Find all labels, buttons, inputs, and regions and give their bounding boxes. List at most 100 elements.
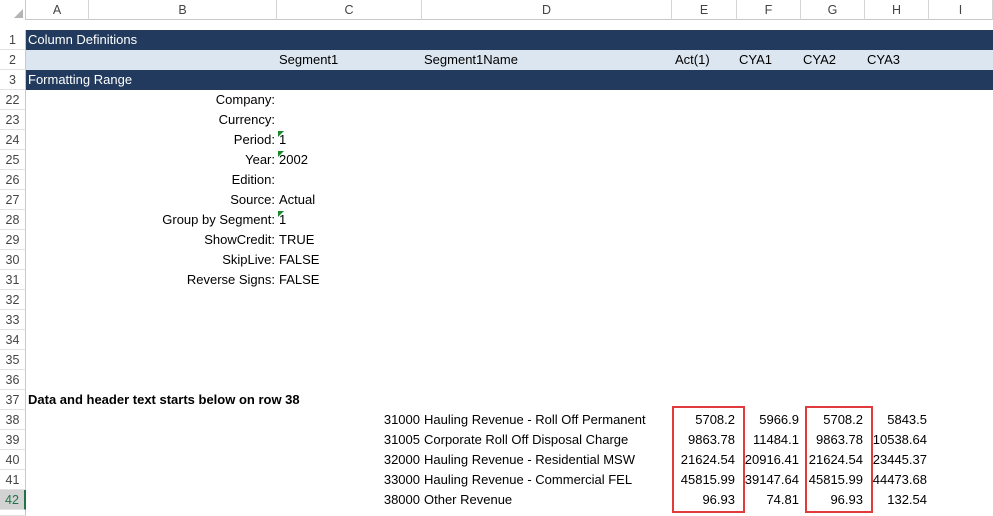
section-title-column-definitions[interactable]: Column Definitions	[26, 30, 993, 50]
account-code[interactable]: 33000	[277, 470, 420, 490]
column-header-b[interactable]: B	[89, 0, 277, 20]
account-name[interactable]: Corporate Roll Off Disposal Charge	[424, 430, 628, 450]
column-header-d[interactable]: D	[422, 0, 672, 20]
param-value-showcredit[interactable]: TRUE	[279, 230, 314, 250]
account-code[interactable]: 31000	[277, 410, 420, 430]
row-25: 25 Year: 2002	[0, 150, 993, 170]
comment-marker-icon	[278, 211, 284, 217]
row-26: 26 Edition:	[0, 170, 993, 190]
comment-marker-icon	[278, 131, 284, 137]
row-header-37[interactable]: 37	[0, 390, 26, 410]
row-header-27[interactable]: 27	[0, 190, 26, 210]
row-22: 22 Company:	[0, 90, 993, 110]
row-29: 29 ShowCredit: TRUE	[0, 230, 993, 250]
cell-h2[interactable]: CYA3	[867, 50, 900, 70]
row-27: 27 Source: Actual	[0, 190, 993, 210]
account-name[interactable]: Other Revenue	[424, 490, 512, 510]
value-cya1[interactable]: 5966.9	[737, 410, 799, 430]
param-value-skiplive[interactable]: FALSE	[279, 250, 319, 270]
column-header-i[interactable]: I	[929, 0, 993, 20]
cell-e2[interactable]: Act(1)	[675, 50, 710, 70]
value-cya3[interactable]: 23445.37	[865, 450, 927, 470]
account-name[interactable]: Hauling Revenue - Commercial FEL	[424, 470, 632, 490]
column-header-a[interactable]: A	[26, 0, 89, 20]
value-cya1[interactable]: 74.81	[737, 490, 799, 510]
account-code[interactable]: 31005	[277, 430, 420, 450]
row-header-3[interactable]: 3	[0, 70, 26, 90]
row-header-26[interactable]: 26	[0, 170, 26, 190]
row-header-25[interactable]: 25	[0, 150, 26, 170]
row-24: 24 Period: 1	[0, 130, 993, 150]
column-header-f[interactable]: F	[737, 0, 801, 20]
param-label-reverse-signs[interactable]: Reverse Signs:	[89, 270, 275, 290]
column-header-h[interactable]: H	[865, 0, 929, 20]
param-label-year[interactable]: Year:	[89, 150, 275, 170]
param-label-group-by-segment[interactable]: Group by Segment:	[89, 210, 275, 230]
row-header-35[interactable]: 35	[0, 350, 26, 370]
row-header-41[interactable]: 41	[0, 470, 26, 490]
row-3: 3 Formatting Range	[0, 70, 993, 90]
param-cell-period[interactable]: 1	[277, 130, 422, 150]
row-header-34[interactable]: 34	[0, 330, 26, 350]
highlight-box-act	[672, 406, 745, 513]
row-header-24[interactable]: 24	[0, 130, 26, 150]
row-header-33[interactable]: 33	[0, 310, 26, 330]
highlight-box-cya2	[805, 406, 873, 513]
param-label-company[interactable]: Company:	[89, 90, 275, 110]
value-cya3[interactable]: 132.54	[865, 490, 927, 510]
row-header-40[interactable]: 40	[0, 450, 26, 470]
row-header-38[interactable]: 38	[0, 410, 26, 430]
column-header-g[interactable]: G	[801, 0, 865, 20]
cell-f2[interactable]: CYA1	[739, 50, 772, 70]
cell-c2[interactable]: Segment1	[279, 50, 338, 70]
row-header-42[interactable]: 42	[0, 490, 26, 510]
param-label-skiplive[interactable]: SkipLive:	[89, 250, 275, 270]
param-label-edition[interactable]: Edition:	[89, 170, 275, 190]
row-32: 32	[0, 290, 993, 310]
row-header-28[interactable]: 28	[0, 210, 26, 230]
param-label-showcredit[interactable]: ShowCredit:	[89, 230, 275, 250]
account-name[interactable]: Hauling Revenue - Residential MSW	[424, 450, 635, 470]
param-cell-year[interactable]: 2002	[277, 150, 422, 170]
row-35: 35	[0, 350, 993, 370]
row-header-30[interactable]: 30	[0, 250, 26, 270]
param-label-source[interactable]: Source:	[89, 190, 275, 210]
value-cya3[interactable]: 5843.5	[865, 410, 927, 430]
row-header-2[interactable]: 2	[0, 50, 26, 70]
param-value-reverse-signs[interactable]: FALSE	[279, 270, 319, 290]
column-header-bar: A B C D E F G H I	[0, 0, 993, 20]
param-label-period[interactable]: Period:	[89, 130, 275, 150]
param-label-currency[interactable]: Currency:	[89, 110, 275, 130]
comment-marker-icon	[278, 151, 284, 157]
cell-g2[interactable]: CYA2	[803, 50, 836, 70]
section-title-formatting-range[interactable]: Formatting Range	[26, 70, 993, 90]
column-header-c[interactable]: C	[277, 0, 422, 20]
row-header-32[interactable]: 32	[0, 290, 26, 310]
param-value-source[interactable]: Actual	[279, 190, 315, 210]
row-28: 28 Group by Segment: 1	[0, 210, 993, 230]
row-header-39[interactable]: 39	[0, 430, 26, 450]
row-2: 2 Segment1 Segment1Name Act(1) CYA1 CYA2…	[0, 50, 993, 70]
select-all-button[interactable]	[0, 0, 26, 20]
row-30: 30 SkipLive: FALSE	[0, 250, 993, 270]
column-header-e[interactable]: E	[672, 0, 737, 20]
param-cell-group-by-segment[interactable]: 1	[277, 210, 422, 230]
value-cya3[interactable]: 10538.64	[865, 430, 927, 450]
row-36: 36	[0, 370, 993, 390]
value-cya1[interactable]: 20916.41	[737, 450, 799, 470]
value-cya1[interactable]: 11484.1	[737, 430, 799, 450]
value-cya1[interactable]: 39147.64	[737, 470, 799, 490]
account-name[interactable]: Hauling Revenue - Roll Off Permanent	[424, 410, 646, 430]
row-header-31[interactable]: 31	[0, 270, 26, 290]
account-code[interactable]: 38000	[277, 490, 420, 510]
cell-d2[interactable]: Segment1Name	[424, 50, 518, 70]
row-header-23[interactable]: 23	[0, 110, 26, 130]
value-cya3[interactable]: 44473.68	[865, 470, 927, 490]
row-header-1[interactable]: 1	[0, 30, 26, 50]
row-header-29[interactable]: 29	[0, 230, 26, 250]
row-header-22[interactable]: 22	[0, 90, 26, 110]
data-start-note[interactable]: Data and header text starts below on row…	[28, 390, 300, 410]
row-header-36[interactable]: 36	[0, 370, 26, 390]
row-header-43[interactable]	[0, 510, 26, 516]
account-code[interactable]: 32000	[277, 450, 420, 470]
